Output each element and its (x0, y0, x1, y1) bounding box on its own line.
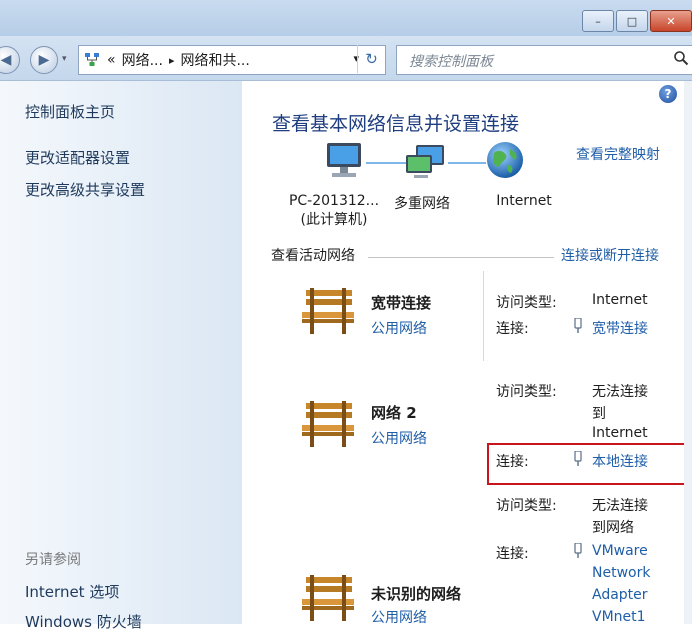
access-type-label: 访问类型: (496, 498, 557, 514)
breadcrumb-arrow-icon[interactable]: ▸ (169, 54, 175, 67)
refresh-button[interactable]: ↻ (357, 45, 385, 73)
network-type-link[interactable]: 公用网络 (371, 318, 427, 338)
network-center-icon (83, 51, 101, 69)
search-placeholder: 搜索控制面板 (409, 54, 493, 70)
access-type-label: 访问类型: (496, 384, 557, 400)
map-link-line (448, 162, 486, 164)
node-label-line: PC-201312... (288, 193, 380, 209)
connections-label: 连接: (496, 546, 529, 562)
connection-link-vmware[interactable]: VMware (592, 543, 648, 559)
page-title: 查看基本网络信息并设置连接 (272, 113, 520, 135)
back-button[interactable]: ◀ (0, 46, 20, 74)
vertical-scrollbar[interactable] (684, 81, 692, 624)
connections-label: 连接: (496, 321, 529, 337)
connection-plug-icon (573, 317, 583, 334)
internet-globe-icon (484, 139, 526, 185)
sidebar-item-adapter-settings[interactable]: 更改适配器设置 (25, 147, 130, 168)
sidebar-item-advanced-sharing[interactable]: 更改高级共享设置 (25, 179, 145, 200)
network-name: 未识别的网络 (371, 585, 462, 603)
network-type-link[interactable]: 公用网络 (371, 428, 427, 448)
connection-link-broadband[interactable]: 宽带连接 (592, 318, 648, 338)
minimize-button[interactable]: – (582, 10, 614, 32)
sidebar: 控制面板主页 更改适配器设置 更改高级共享设置 另请参阅 Internet 选项… (0, 81, 242, 631)
forward-arrow-icon: ▶ (38, 52, 50, 68)
window-controls: – □ ✕ (582, 10, 692, 32)
network-name: 网络 2 (371, 404, 417, 422)
map-link-line (366, 162, 406, 164)
access-type-value: 无法连接 (592, 498, 648, 514)
network-type-link[interactable]: 公用网络 (371, 607, 427, 627)
access-type-value: 无法连接 (592, 384, 648, 400)
title-bar: – □ ✕ (0, 0, 692, 36)
network-name: 宽带连接 (371, 294, 432, 312)
forward-button[interactable]: ▶ (30, 46, 58, 74)
history-dropdown-icon[interactable]: ▾ (62, 54, 67, 64)
bench-icon (298, 286, 358, 338)
connection-link-vmware[interactable]: VMnet1 (592, 609, 646, 625)
search-input[interactable]: 搜索控制面板 (396, 45, 692, 75)
close-button[interactable]: ✕ (650, 10, 692, 32)
view-full-map-link[interactable]: 查看完整映射 (576, 144, 660, 164)
highlight-box (487, 443, 689, 485)
access-type-value: 到 (592, 406, 606, 422)
connection-link-vmware[interactable]: Adapter (592, 587, 648, 603)
node-label-line: (此计算机) (300, 212, 368, 228)
see-also-heading: 另请参阅 (25, 552, 81, 568)
node-label-internet: Internet (496, 193, 552, 209)
help-icon[interactable]: ? (659, 85, 677, 103)
refresh-icon: ↻ (365, 50, 378, 68)
access-type-label: 访问类型: (496, 295, 557, 311)
separator-line (368, 257, 554, 258)
back-arrow-icon: ◀ (0, 52, 12, 68)
sidebar-item-windows-firewall[interactable]: Windows 防火墙 (25, 611, 142, 632)
main-content: ? 查看基本网络信息并设置连接 查看完整映射 PC-201312... (此计算… (242, 81, 692, 627)
multi-network-icon (404, 143, 448, 187)
access-type-value: Internet (592, 425, 648, 441)
sidebar-item-internet-options[interactable]: Internet 选项 (25, 581, 119, 602)
address-bar[interactable]: « 网络... ▸ 网络和共... ▾ (78, 45, 386, 75)
bench-icon (298, 399, 358, 451)
address-segment-sharing-center[interactable]: 网络和共... (180, 50, 249, 70)
bench-icon (298, 573, 358, 625)
search-icon[interactable] (673, 50, 689, 70)
access-type-value: Internet (592, 292, 648, 308)
active-networks-heading: 查看活动网络 (271, 248, 355, 264)
sidebar-item-control-panel-home[interactable]: 控制面板主页 (25, 101, 115, 122)
connection-plug-icon (573, 542, 583, 559)
node-label-multi-network: 多重网络 (394, 196, 450, 212)
access-type-value: 到网络 (592, 520, 634, 536)
address-overflow[interactable]: « (107, 52, 116, 68)
address-segment-network[interactable]: 网络... (122, 50, 163, 70)
connection-link-vmware[interactable]: Network (592, 565, 650, 581)
address-row: ◀ ▶ ▾ « 网络... ▸ 网络和共... ▾ ↻ 搜索控制面板 (0, 36, 692, 81)
node-label-this-pc: PC-201312... (此计算机) (274, 193, 394, 229)
computer-icon (322, 141, 366, 185)
maximize-button[interactable]: □ (616, 10, 648, 32)
column-divider (483, 271, 484, 361)
connect-disconnect-link[interactable]: 连接或断开连接 (561, 245, 659, 265)
